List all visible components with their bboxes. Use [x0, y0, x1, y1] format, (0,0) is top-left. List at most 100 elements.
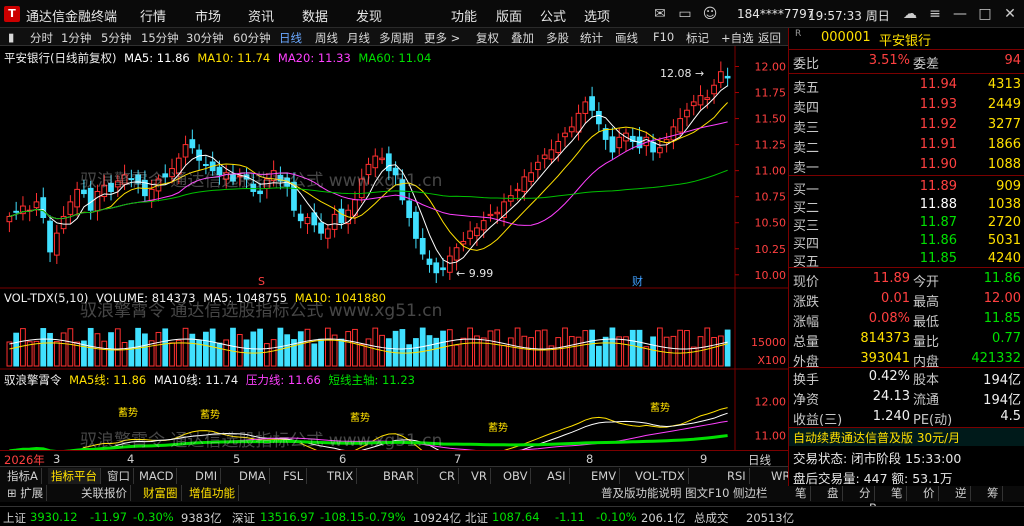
tab-wealth-circle[interactable]: 财富圈	[140, 485, 182, 501]
buy-row[interactable]: 买四 11.86 5031	[789, 232, 1024, 252]
promo-text[interactable]: 自动续费通达信普及版 30元/月	[793, 429, 960, 446]
indicator-tab-7[interactable]: TRIX	[324, 468, 358, 484]
indicator-tab-15[interactable]: RSI	[724, 468, 750, 484]
side-shortcut-1[interactable]: 盘	[824, 485, 843, 501]
toolbar-item-13[interactable]: 多股	[546, 30, 569, 46]
indicator-tab-3[interactable]: MACD	[136, 468, 178, 484]
sell-row[interactable]: 卖三 11.92 3277	[789, 116, 1024, 136]
screen-icon[interactable]: ▭	[675, 4, 695, 24]
candle-body	[182, 144, 189, 158]
sell-label: 卖四	[793, 101, 820, 116]
indicator-tab-9[interactable]: CR	[436, 468, 460, 484]
menu-faxian[interactable]: 发现	[356, 6, 382, 25]
buy-row[interactable]: 买二 11.88 1038	[789, 196, 1024, 216]
sell-row[interactable]: 卖五 11.94 4313	[789, 76, 1024, 96]
indicator-tab-13[interactable]: EMV	[588, 468, 621, 484]
sz-label[interactable]: 深证	[232, 510, 255, 526]
sell-row[interactable]: 卖一 11.90 1088	[789, 156, 1024, 176]
toolbar-item-18[interactable]: +自选	[721, 30, 754, 46]
sell-row[interactable]: 卖二 11.91 1866	[789, 136, 1024, 156]
tab-related-quote[interactable]: 关联报价	[78, 485, 131, 501]
menu-hangqing[interactable]: 行情	[140, 6, 166, 25]
indicator-tab-10[interactable]: VR	[468, 468, 491, 484]
toolbar-item-1[interactable]: 1分钟	[61, 30, 91, 46]
toolbar-item-9[interactable]: 多周期	[379, 30, 414, 46]
toolbar-item-7[interactable]: 周线	[315, 30, 338, 46]
side-shortcut-5[interactable]: 逆	[952, 485, 971, 501]
candle-body	[690, 101, 697, 107]
toolbar-item-15[interactable]: 画线	[615, 30, 638, 46]
cloud-icon[interactable]: ☁	[900, 4, 920, 24]
toolbar-item-17[interactable]: 标记	[686, 30, 709, 46]
buy-row[interactable]: 买一 11.89 909	[789, 178, 1024, 198]
toolbar-item-12[interactable]: 叠加	[511, 30, 534, 46]
indicator-tab-14[interactable]: VOL-TDX	[632, 468, 689, 484]
indicator-tab-6[interactable]: FSL	[280, 468, 308, 484]
indicator-tab-2[interactable]: 窗口	[104, 468, 134, 484]
side-shortcut-0[interactable]: 笔	[792, 485, 811, 501]
indicator-tab-4[interactable]: DMI	[192, 468, 222, 484]
side-shortcut-6[interactable]: 筹	[984, 485, 1003, 501]
tab-value-added[interactable]: 增值功能	[186, 485, 239, 501]
tab-expand-label: 扩展	[20, 486, 44, 500]
promo-banner[interactable]: 自动续费通达信普及版 30元/月	[789, 428, 1024, 446]
message-icon[interactable]: ✉	[650, 4, 670, 24]
candle-body	[67, 201, 74, 215]
sell-volume: 4313	[987, 77, 1021, 92]
toolbar-item-5[interactable]: 60分钟	[233, 30, 271, 46]
menu-shuju[interactable]: 数据	[302, 6, 328, 25]
toolbar-item-16[interactable]: F10	[653, 30, 674, 44]
volume-bar	[616, 336, 623, 367]
indicator-tab-1[interactable]: 指标平台	[48, 468, 101, 484]
candle-body	[474, 227, 480, 237]
side-shortcut-3[interactable]: 笔	[888, 485, 907, 501]
chart-area[interactable]: 12.00 11.75 11.50 11.25 11.00 10.75 10.50 10.25…	[0, 46, 788, 467]
maximize-icon[interactable]: □	[975, 4, 995, 24]
toolbar-item-11[interactable]: 复权	[476, 30, 499, 46]
toolbar-item-4[interactable]: 30分钟	[186, 30, 224, 46]
toolbar-item-3[interactable]: 15分钟	[141, 30, 179, 46]
indicator-tab-8[interactable]: BRAR	[380, 468, 419, 484]
tab-help[interactable]: 普及版功能说明 图文F10 侧边栏	[598, 485, 771, 501]
candle-body	[6, 215, 13, 223]
menu-icon[interactable]: ≡	[925, 4, 945, 24]
toolbar-item-0[interactable]: 分时	[30, 30, 53, 46]
volume-bar	[650, 336, 656, 367]
volume-bar	[53, 341, 60, 367]
menu-zixun[interactable]: 资讯	[248, 6, 274, 25]
minimize-icon[interactable]: —	[950, 4, 970, 24]
candle-body	[528, 172, 534, 182]
toolbar-item-2[interactable]: 5分钟	[101, 30, 131, 46]
toolbar-item-19[interactable]: 返回	[758, 30, 781, 46]
bz-label[interactable]: 北证	[465, 510, 488, 526]
candle-body	[697, 95, 704, 106]
finance-value-2: 4.5	[1000, 409, 1021, 424]
buy-row[interactable]: 买三 11.87 2720	[789, 214, 1024, 234]
kline-chart[interactable]: 12.00 11.75 11.50 11.25 11.00 10.75 10.50 10.25…	[0, 46, 788, 467]
menu-gongshi[interactable]: 公式	[540, 6, 566, 25]
menu-banmian[interactable]: 版面	[496, 6, 522, 25]
indicator-tab-5[interactable]: DMA	[236, 468, 270, 484]
toolbar-panel-icon[interactable]: ▮	[8, 30, 14, 44]
toolbar-item-6[interactable]: 日线	[279, 30, 302, 46]
toolbar-item-10[interactable]: 更多 >	[424, 30, 460, 46]
sz-change: -108.15	[320, 510, 365, 524]
menu-shichang[interactable]: 市场	[195, 6, 221, 25]
volume-bar	[223, 339, 230, 367]
menu-gongneng[interactable]: 功能	[451, 6, 477, 25]
sell-row[interactable]: 卖四 11.93 2449	[789, 96, 1024, 116]
menu-xuanxiang[interactable]: 选项	[584, 6, 610, 25]
side-shortcut-2[interactable]: 分	[856, 485, 875, 501]
toolbar-item-8[interactable]: 月线	[347, 30, 370, 46]
sh-label[interactable]: 上证	[3, 510, 26, 526]
volume-bar	[230, 327, 236, 367]
toolbar-item-14[interactable]: 统计	[580, 30, 603, 46]
user-icon[interactable]: ☺	[700, 4, 720, 24]
tab-expand[interactable]: ⊞ 扩展	[4, 485, 48, 501]
indicator-tab-0[interactable]: 指标A	[4, 468, 42, 484]
side-shortcut-4[interactable]: 价	[920, 485, 939, 501]
close-icon[interactable]: ✕	[1000, 4, 1020, 24]
indicator-tab-12[interactable]: ASI	[544, 468, 570, 484]
indicator-tab-11[interactable]: OBV	[500, 468, 532, 484]
user-account[interactable]: 184****7797	[737, 7, 814, 21]
